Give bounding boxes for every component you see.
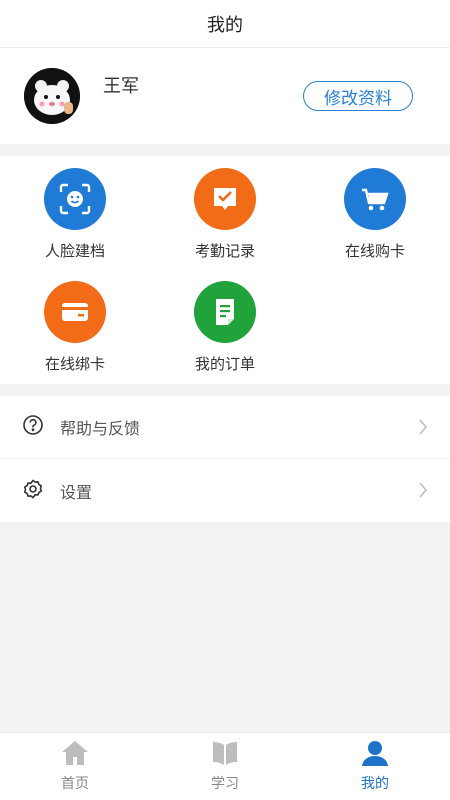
list-item-settings[interactable]: 设置 bbox=[0, 459, 450, 522]
bottom-tab-bar: 首页 学习 我的 bbox=[0, 732, 450, 800]
feature-label: 考勤记录 bbox=[194, 242, 255, 260]
tab-home[interactable]: 首页 bbox=[0, 733, 150, 800]
feature-my-orders[interactable]: 我的订单 bbox=[170, 281, 280, 374]
shopping-cart-icon bbox=[344, 168, 406, 230]
user-icon bbox=[360, 739, 390, 771]
home-icon bbox=[60, 739, 90, 771]
feature-bind-card[interactable]: 在线绑卡 bbox=[20, 281, 130, 374]
profile-card: 王军 修改资料 bbox=[0, 48, 450, 144]
tab-study[interactable]: 学习 bbox=[150, 733, 300, 800]
order-document-icon bbox=[194, 281, 256, 343]
attendance-check-icon bbox=[194, 168, 256, 230]
tab-mine[interactable]: 我的 bbox=[300, 733, 450, 800]
chevron-right-icon bbox=[418, 481, 428, 503]
list-item-label: 帮助与反馈 bbox=[60, 419, 141, 438]
tab-label: 我的 bbox=[361, 776, 389, 792]
chevron-right-icon bbox=[418, 418, 428, 440]
bank-card-icon bbox=[44, 281, 106, 343]
feature-grid: 人脸建档 考勤记录 在线购卡 在线绑卡 我的订单 bbox=[0, 156, 450, 384]
settings-list: 帮助与反馈 设置 bbox=[0, 396, 450, 522]
feature-label: 我的订单 bbox=[194, 355, 255, 373]
list-item-label: 设置 bbox=[60, 482, 93, 502]
feature-label: 在线购卡 bbox=[344, 242, 405, 260]
feature-buy-card[interactable]: 在线购卡 bbox=[320, 168, 430, 261]
tab-label: 学习 bbox=[211, 776, 239, 792]
feature-label: 在线绑卡 bbox=[44, 355, 105, 373]
top-bar: 我的 bbox=[0, 0, 450, 48]
help-icon bbox=[22, 414, 44, 440]
feature-attendance[interactable]: 考勤记录 bbox=[170, 168, 280, 261]
page-title: 我的 bbox=[207, 14, 243, 36]
avatar[interactable] bbox=[24, 68, 80, 124]
feature-face-profile[interactable]: 人脸建档 bbox=[20, 168, 130, 261]
username: 王军 bbox=[103, 76, 139, 97]
settings-icon bbox=[22, 478, 44, 504]
book-icon bbox=[210, 739, 240, 771]
face-scan-icon bbox=[44, 168, 106, 230]
edit-profile-button[interactable]: 修改资料 bbox=[303, 81, 413, 111]
tab-label: 首页 bbox=[61, 776, 89, 792]
feature-label: 人脸建档 bbox=[44, 242, 105, 260]
list-item-help-feedback[interactable]: 帮助与反馈 bbox=[0, 396, 450, 459]
